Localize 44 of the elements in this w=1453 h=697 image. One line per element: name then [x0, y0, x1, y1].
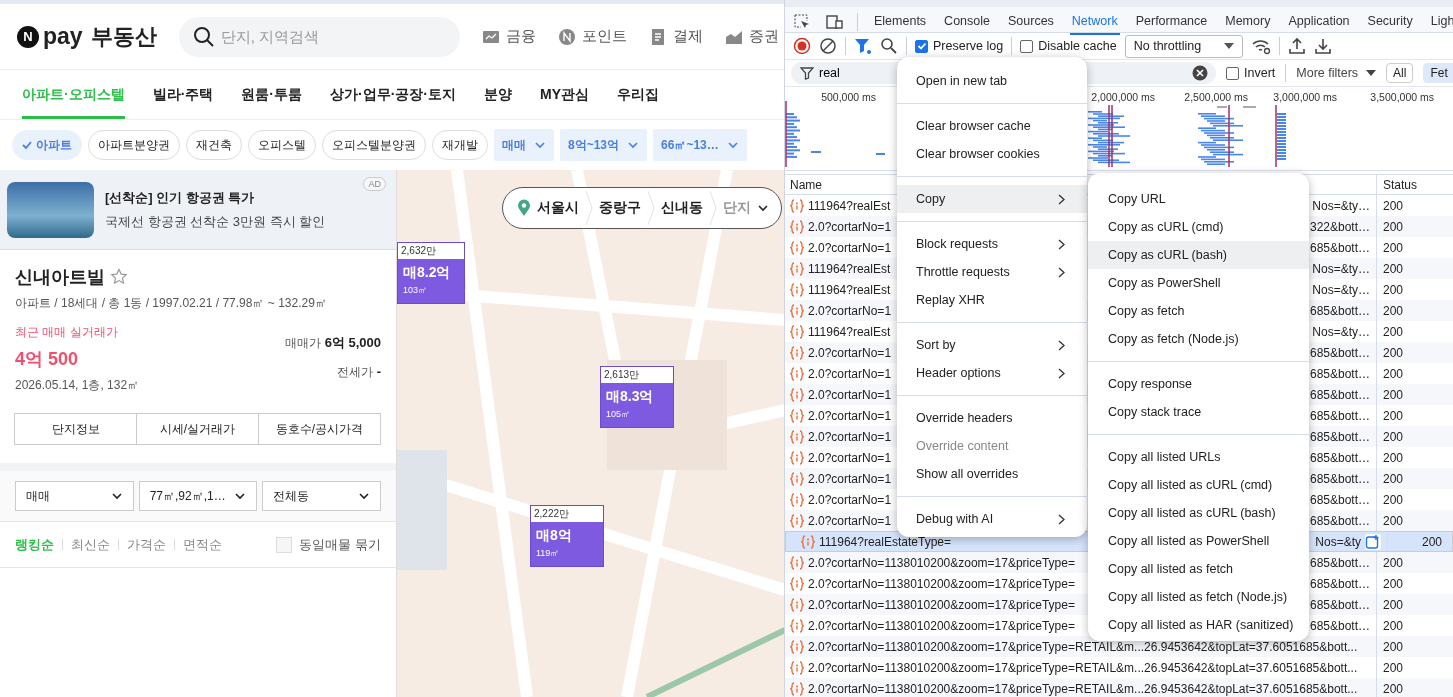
status-cell-text: 200 — [1382, 303, 1404, 318]
status-cell-text: 200 — [1382, 387, 1404, 402]
recent-price-label: 최근 매매 실거래가 — [15, 324, 119, 341]
status-cell-text: 200 — [1382, 660, 1404, 675]
status-cell-text: 200 — [1382, 261, 1404, 276]
checkbox-label: Invert — [1244, 66, 1276, 80]
status-cell-text: 200 — [1382, 618, 1404, 633]
status-cell-text: 200 — [1382, 366, 1404, 381]
status-cell-text: 200 — [1382, 555, 1404, 570]
timeline-tick: 3,500,000 ms — [1370, 91, 1434, 103]
status-cell-text: 200 — [1382, 597, 1404, 612]
checkbox-label: Preserve log — [933, 39, 1004, 53]
status-cell-text: 200 — [1382, 282, 1404, 297]
status-cell-text: 200 — [1382, 198, 1404, 213]
status-cell-text: 200 — [1382, 681, 1404, 696]
status-cell-text: 200 — [1382, 576, 1404, 591]
checkbox-label: 동일매물 묶기 — [299, 535, 381, 554]
status-cell-text: 200 — [1382, 324, 1404, 339]
complex-name: 신내아트빌 — [15, 266, 105, 289]
ad-badge: AD — [363, 177, 386, 191]
status-cell-text: 200 — [1382, 492, 1404, 507]
jeonse-price: 전세가 - — [336, 364, 381, 381]
status-cell-text: 200 — [1382, 513, 1404, 528]
timeline-tick: 2,500,000 ms — [1184, 91, 1248, 103]
status-cell-text: 200 — [1382, 450, 1404, 465]
checkbox-label: Disable cache — [1038, 39, 1117, 53]
recent-deal-detail: 2026.05.14, 1층, 132㎡ — [15, 377, 140, 394]
ad-description: 국제선 항공권 선착순 3만원 즉시 할인 — [105, 212, 326, 231]
complex-info: 아파트 / 18세대 / 총 1동 / 1997.02.21 / 77.98㎡ ~ 132.29㎡ — [15, 295, 328, 312]
timeline-tick: 500,000 ms — [821, 91, 876, 103]
column-header: Status — [1382, 177, 1418, 192]
timeline-tick: 3,000,000 ms — [1273, 91, 1337, 103]
recent-price: 4억 500 — [15, 348, 80, 371]
status-cell-text: 200 — [1382, 408, 1404, 423]
status-cell-text: 200 — [1382, 639, 1404, 654]
status-cell-text: 200 — [1382, 345, 1404, 360]
status-cell-text: 200 — [1382, 471, 1404, 486]
status-cell-text: 200 — [1382, 429, 1404, 444]
ad-title: [선착순] 인기 항공권 특가 — [105, 188, 256, 207]
status-cell-text: 200 — [1382, 240, 1404, 255]
status-cell-text: 200 — [1420, 534, 1442, 549]
timeline-tick: 2,000,000 ms — [1091, 91, 1155, 103]
sale-price: 매매가 6억 5,000 — [285, 334, 381, 352]
status-cell-text: 200 — [1382, 219, 1404, 234]
